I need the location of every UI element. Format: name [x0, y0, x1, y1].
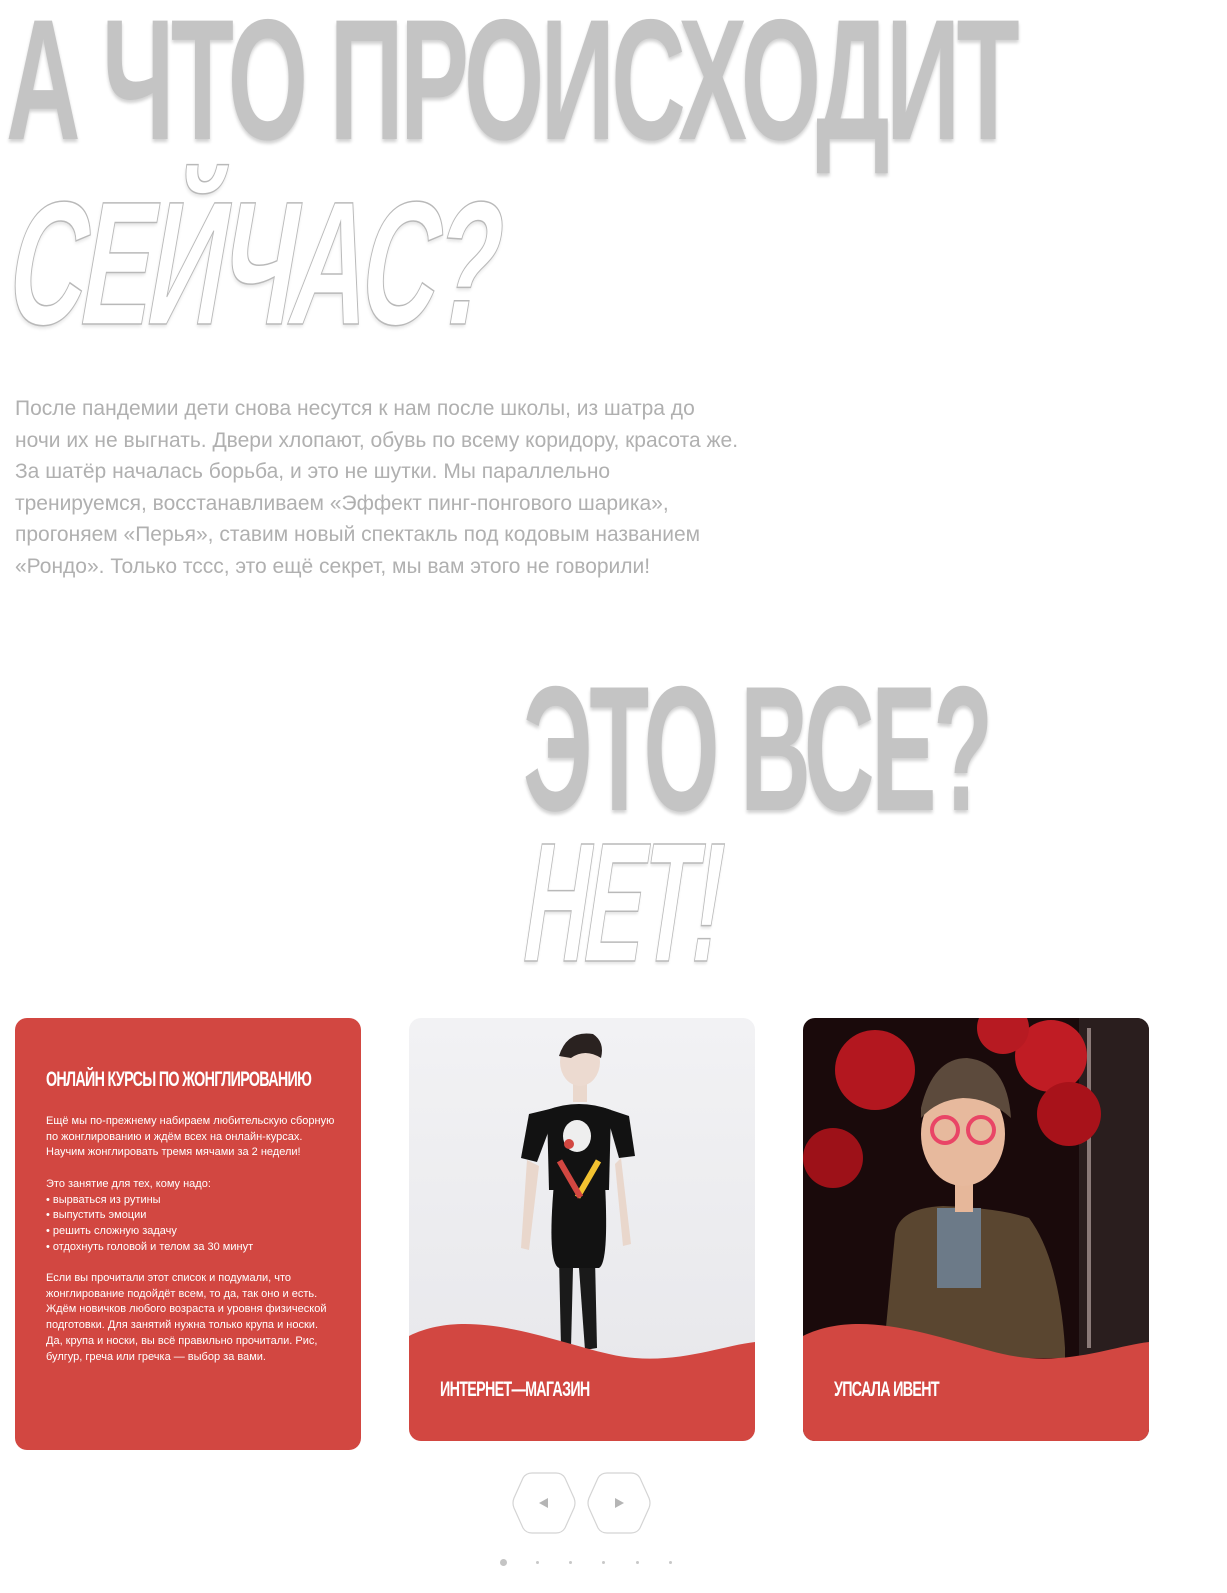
pagination-dot[interactable]: [500, 1559, 507, 1566]
section-title-answer: Нет!: [513, 807, 736, 998]
pagination-dot[interactable]: [636, 1561, 639, 1564]
carousel-next-button[interactable]: [587, 1471, 651, 1535]
card-upsala-event[interactable]: Упсала ивент: [803, 1018, 1149, 1441]
triangle-left-icon: [512, 1472, 576, 1534]
courses-bullet-list: вырваться из рутины выпустить эмоции реш…: [46, 1193, 336, 1256]
triangle-right-icon: [587, 1472, 651, 1534]
hero-title-line1: А что происходит: [6, 0, 1020, 176]
card-online-shop[interactable]: Интернет—магазин: [409, 1018, 755, 1441]
card-juggling-courses[interactable]: Онлайн курсы по жонглированию Ещё мы по-…: [15, 1018, 361, 1450]
card-label-event: Упсала ивент: [834, 1378, 940, 1401]
carousel-prev-button[interactable]: [512, 1471, 576, 1535]
card-label-shop: Интернет—магазин: [440, 1378, 590, 1401]
pagination-dot[interactable]: [602, 1561, 605, 1564]
courses-paragraph-3: Если вы прочитали этот список и подумали…: [46, 1272, 327, 1363]
intro-paragraph: После пандемии дети снова несутся к нам …: [15, 397, 739, 578]
hero-title-line2: сейчас?: [0, 165, 516, 362]
courses-paragraph-1: Ещё мы по-прежнему набираем любительскую…: [46, 1115, 335, 1159]
courses-paragraph-2: Это занятие для тех, кому надо:: [46, 1177, 211, 1190]
list-item: вырваться из рутины: [46, 1193, 336, 1209]
card-body-courses: Ещё мы по-прежнему набираем любительскую…: [46, 1114, 336, 1381]
pagination-dot[interactable]: [569, 1561, 572, 1564]
list-item: выпустить эмоции: [46, 1208, 336, 1224]
list-item: решить сложную задачу: [46, 1224, 336, 1240]
pagination-dot[interactable]: [536, 1561, 539, 1564]
list-item: отдохнуть головой и телом за 30 минут: [46, 1240, 336, 1256]
pagination-dot[interactable]: [669, 1561, 672, 1564]
carousel-pagination: [498, 1557, 688, 1569]
card-title-courses: Онлайн курсы по жонглированию: [46, 1068, 312, 1091]
